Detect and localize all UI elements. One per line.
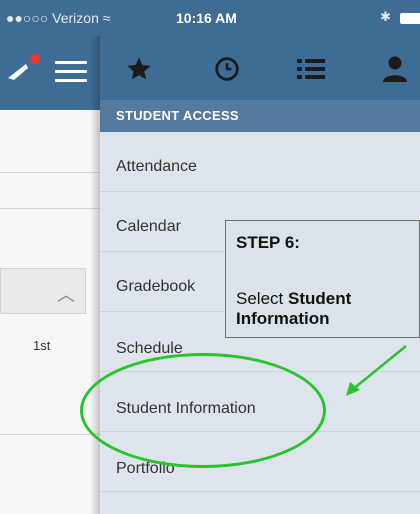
divider <box>0 434 100 435</box>
hamburger-menu-icon[interactable] <box>55 58 87 84</box>
status-time: 10:16 AM <box>176 10 237 26</box>
step-instruction: Select Student Information <box>236 289 352 328</box>
menu-tab-bar <box>100 36 420 100</box>
status-bar: ●●○○○ Verizon ≈ 10:16 AM ✱ <box>0 0 420 36</box>
divider <box>0 172 100 173</box>
battery-icon <box>400 13 420 24</box>
notification-icon[interactable] <box>6 58 32 84</box>
menu-item-label: Attendance <box>116 158 197 175</box>
section-header: STUDENT ACCESS <box>100 100 420 132</box>
carrier-label: ●●○○○ Verizon ≈ <box>6 10 111 26</box>
clock-icon[interactable] <box>210 54 244 84</box>
step-callout: STEP 6: Select Student Information <box>225 220 420 338</box>
divider <box>0 208 100 209</box>
notification-badge <box>30 54 40 64</box>
underlying-page: ︿ 1st <box>0 36 100 514</box>
menu-item-label: Gradebook <box>116 278 196 295</box>
menu-item-attendance[interactable]: Attendance <box>100 132 420 192</box>
collapse-row[interactable]: ︿ <box>0 268 86 314</box>
menu-item-label: Calendar <box>116 218 181 235</box>
bluetooth-icon: ✱ <box>380 9 391 24</box>
highlight-ellipse <box>80 353 326 468</box>
star-icon[interactable] <box>122 54 156 84</box>
step-title: STEP 6: <box>236 233 300 252</box>
chevron-up-icon: ︿ <box>57 285 75 305</box>
underlying-page-header <box>0 36 100 110</box>
list-icon[interactable] <box>294 54 328 84</box>
annotation-arrow <box>346 345 407 396</box>
person-icon[interactable] <box>378 54 412 84</box>
column-label: 1st <box>33 338 51 353</box>
